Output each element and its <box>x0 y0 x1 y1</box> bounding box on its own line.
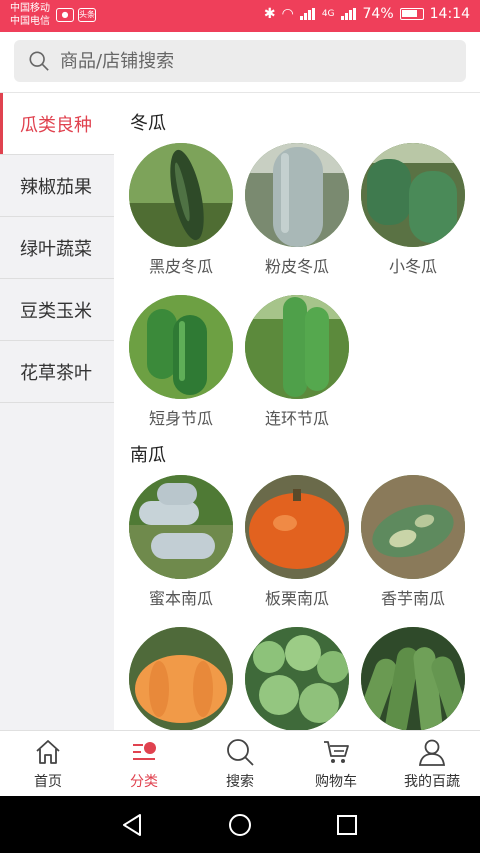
product-item[interactable] <box>360 627 466 730</box>
home-nav-icon[interactable] <box>227 812 253 838</box>
product-item[interactable]: 粉皮冬瓜 <box>244 143 350 277</box>
taro-pumpkin-image <box>361 475 465 579</box>
category-icon <box>133 742 156 760</box>
tab-label: 购物车 <box>315 774 357 790</box>
carrier-2: 中国电信 <box>10 16 50 27</box>
search-icon <box>227 739 254 766</box>
product-name: 板栗南瓜 <box>264 589 329 608</box>
tab-label: 搜索 <box>226 774 254 790</box>
sidebar-item-flowers[interactable]: 花草茶叶 <box>0 341 114 403</box>
tab-label: 我的百蔬 <box>404 774 460 790</box>
status-bar: 中国移动 中国电信 ● 头条 ✱ ◠ 4G 74% 14:14 <box>0 0 480 32</box>
signal-icon <box>299 8 316 20</box>
news-app-icon: 头条 <box>78 8 96 22</box>
dark-winter-melon-image <box>129 143 233 247</box>
home-icon <box>36 740 60 764</box>
tab-label: 首页 <box>34 774 62 790</box>
product-item[interactable]: 短身节瓜 <box>128 295 234 429</box>
sidebar-item-label: 花草茶叶 <box>20 362 92 384</box>
product-item[interactable]: 小冬瓜 <box>360 143 466 277</box>
product-item[interactable]: 连环节瓜 <box>244 295 350 429</box>
battery-icon <box>399 8 424 20</box>
search-header <box>0 32 480 93</box>
product-item[interactable]: 黑皮冬瓜 <box>128 143 234 277</box>
tab-category[interactable]: 分类 <box>96 731 192 797</box>
carrier-1: 中国移动 <box>10 3 50 14</box>
wifi-icon: ◠ <box>281 6 294 22</box>
butternut-pumpkin-image <box>129 475 233 579</box>
product-grid: 冬瓜 黑皮冬瓜 粉皮冬瓜 小冬瓜 短身节瓜 连环节瓜 南瓜 蜜本南瓜 板栗南瓜 … <box>114 93 480 730</box>
round-zucchini-image <box>245 627 349 730</box>
search-bar[interactable] <box>14 40 466 82</box>
search-icon <box>29 51 49 71</box>
product-name: 粉皮冬瓜 <box>264 257 329 276</box>
tab-home[interactable]: 首页 <box>0 731 96 797</box>
carrier-info: 中国移动 中国电信 <box>10 2 50 28</box>
product-name: 黑皮冬瓜 <box>148 257 213 276</box>
product-name: 小冬瓜 <box>388 257 437 276</box>
chestnut-pumpkin-image <box>245 475 349 579</box>
long-zucchini-image <box>361 627 465 730</box>
product-name: 香芋南瓜 <box>380 589 445 608</box>
powdery-winter-melon-image <box>245 143 349 247</box>
product-item[interactable]: 板栗南瓜 <box>244 475 350 609</box>
sidebar-item-label: 绿叶蔬菜 <box>20 238 92 260</box>
section-title-pumpkin: 南瓜 <box>130 445 166 466</box>
product-name: 连环节瓜 <box>264 409 329 428</box>
tab-profile[interactable]: 我的百蔬 <box>384 731 480 797</box>
sidebar-item-melon[interactable]: 瓜类良种 <box>0 93 114 155</box>
sidebar-item-pepper[interactable]: 辣椒茄果 <box>0 155 114 217</box>
back-icon[interactable] <box>120 812 146 838</box>
product-item[interactable]: 蜜本南瓜 <box>128 475 234 609</box>
recents-icon[interactable] <box>334 812 360 838</box>
sidebar-item-label: 豆类玉米 <box>20 300 92 322</box>
bluetooth-icon: ✱ <box>263 6 276 22</box>
search-input[interactable] <box>58 49 442 73</box>
tab-search[interactable]: 搜索 <box>192 731 288 797</box>
sidebar-item-leafy[interactable]: 绿叶蔬菜 <box>0 217 114 279</box>
product-item[interactable] <box>128 627 234 730</box>
product-name: 蜜本南瓜 <box>148 589 213 608</box>
small-winter-melon-image <box>361 143 465 247</box>
section-title-winter-melon: 冬瓜 <box>130 113 166 134</box>
system-nav-bar <box>0 796 480 853</box>
short-node-melon-image <box>129 295 233 399</box>
product-item[interactable]: 香芋南瓜 <box>360 475 466 609</box>
sidebar-item-beans[interactable]: 豆类玉米 <box>0 279 114 341</box>
battery-percent: 74% <box>362 6 394 22</box>
linked-node-melon-image <box>245 295 349 399</box>
signal-icon-2 <box>340 8 357 20</box>
wechat-icon: ● <box>56 8 74 22</box>
tab-cart[interactable]: 购物车 <box>288 731 384 797</box>
sidebar-item-label: 瓜类良种 <box>20 114 92 136</box>
user-icon <box>418 739 446 766</box>
orange-pumpkin-image <box>129 627 233 730</box>
cart-icon <box>324 741 349 763</box>
bottom-tab-bar: 首页 分类 搜索 购物车 我的百蔬 <box>0 730 480 797</box>
network-type: 4G <box>321 9 335 19</box>
clock: 14:14 <box>429 6 470 22</box>
category-sidebar: 瓜类良种 辣椒茄果 绿叶蔬菜 豆类玉米 花草茶叶 <box>0 93 114 730</box>
product-item[interactable] <box>244 627 350 730</box>
tab-label: 分类 <box>130 774 158 790</box>
sidebar-item-label: 辣椒茄果 <box>20 176 92 198</box>
product-name: 短身节瓜 <box>148 409 213 428</box>
